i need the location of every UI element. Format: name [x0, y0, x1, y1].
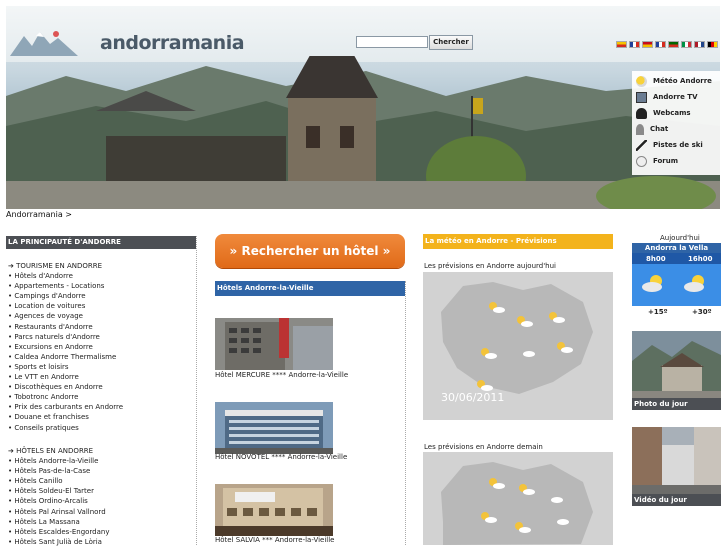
andorra-map-tomorrow: [423, 452, 613, 545]
sidebar-link[interactable]: • Campings d'Andorre: [8, 292, 86, 300]
menu-item-label: Météo Andorre: [653, 77, 712, 85]
forecast-map-tomorrow[interactable]: [423, 452, 613, 545]
menu-item-ski[interactable]: Pistes de ski: [636, 138, 703, 152]
principality-heading: LA PRINCIPAUTÉ D'ANDORRE: [6, 236, 196, 249]
hotel-caption[interactable]: Hôtel MERCURE **** Andorre-la-Vieille: [215, 371, 348, 379]
menu-item-forum[interactable]: Forum: [636, 154, 678, 168]
sidebar-link[interactable]: • Hôtels La Massana: [8, 518, 80, 526]
sidebar-link[interactable]: • Hôtels Escaldes-Engordany: [8, 528, 110, 536]
sidebar-link[interactable]: • Hôtels Andorre-la-Vieille: [8, 457, 98, 465]
forecast-today-label: Les prévisions en Andorre aujourd'hui: [424, 262, 556, 270]
sidebar-link[interactable]: • Conseils pratiques: [8, 424, 79, 432]
time-morning: 8h00: [646, 255, 666, 263]
tourism-section-title: ➔ TOURISME EN ANDORRE: [8, 262, 103, 270]
spanish-flag-icon[interactable]: [642, 41, 653, 48]
sidebar-link[interactable]: • Excursions en Andorre: [8, 343, 93, 351]
breadcrumb[interactable]: Andorramania >: [6, 210, 72, 219]
sidebar-link[interactable]: • Prix des carburants en Andorre: [8, 403, 123, 411]
italian-flag-icon[interactable]: [681, 41, 692, 48]
catalan-flag-icon[interactable]: [616, 41, 627, 48]
weather-widget[interactable]: 8h00 16h00 +15º +30º: [632, 253, 721, 316]
photo-of-the-day[interactable]: Photo du jour: [632, 331, 721, 410]
dutch-flag-icon[interactable]: [694, 41, 705, 48]
weather-icon: [636, 75, 647, 87]
sidebar-link[interactable]: • Hôtels Ordino-Arcalis: [8, 497, 88, 505]
menu-item-meteo[interactable]: Météo Andorre: [636, 74, 712, 88]
temp-morning: +15º: [648, 308, 668, 316]
sidebar-link[interactable]: • Hôtels Pal Arinsal Vallnord: [8, 508, 106, 516]
sidebar-link[interactable]: • Sports et loisirs: [8, 363, 69, 371]
tv-icon: [636, 91, 647, 103]
time-afternoon: 16h00: [688, 255, 713, 263]
forecast-tomorrow-label: Les prévisions en Andorre demain: [424, 443, 543, 451]
hotel-salvia-photo[interactable]: [215, 484, 333, 536]
hotels-heading: Hôtels Andorre-la-Vieille: [215, 281, 405, 296]
portuguese-flag-icon[interactable]: [668, 41, 679, 48]
chat-icon: [636, 123, 644, 135]
search-hotel-button[interactable]: » Rechercher un hôtel »: [215, 234, 405, 268]
temp-afternoon: +30º: [692, 308, 712, 316]
logo-mountains-icon: [10, 31, 78, 56]
today-label: Aujourd'hui: [660, 234, 700, 242]
german-flag-icon[interactable]: [707, 41, 718, 48]
header-banner: andorramania Chercher Météo Andorre Ando…: [6, 6, 720, 209]
sidebar-link[interactable]: • Hôtels d'Andorre: [8, 272, 73, 280]
menu-item-label: Chat: [650, 125, 669, 133]
video-of-the-day[interactable]: Vidéo du jour: [632, 427, 721, 506]
photo-of-the-day-caption[interactable]: Photo du jour: [632, 398, 721, 410]
sidebar-link[interactable]: • Agences de voyage: [8, 312, 83, 320]
weather-heading: La météo en Andorre - Prévisions: [423, 234, 613, 249]
left-column: LA PRINCIPAUTÉ D'ANDORRE ➔ TOURISME EN A…: [6, 236, 197, 546]
menu-item-label: Andorre TV: [653, 93, 698, 101]
forecast-map-today[interactable]: 30/06/2011: [423, 272, 613, 420]
sidebar-link[interactable]: • Caldea Andorre Thermalisme: [8, 353, 116, 361]
quick-menu: Météo Andorre Andorre TV Webcams Chat Pi…: [632, 71, 720, 175]
middle-column: Hôtels Andorre-la-Vieille Hôtel MERCURE …: [215, 281, 406, 545]
sidebar-link[interactable]: • Parcs naturels d'Andorre: [8, 333, 100, 341]
search-input[interactable]: [356, 36, 428, 48]
video-of-the-day-caption[interactable]: Vidéo du jour: [632, 494, 721, 506]
menu-item-tv[interactable]: Andorre TV: [636, 90, 698, 104]
sidebar-link[interactable]: • Appartements - Locations: [8, 282, 104, 290]
hotel-caption[interactable]: Hôtel NOVOTEL **** Andorre-la-Vieille: [215, 453, 347, 461]
sidebar-link[interactable]: • Discothèques en Andorre: [8, 383, 103, 391]
skier-icon: [636, 139, 647, 151]
sidebar-link[interactable]: • Douane et franchises: [8, 413, 89, 421]
hotels-section-title: ➔ HÔTELS EN ANDORRE: [8, 447, 94, 455]
uk-flag-icon[interactable]: [655, 41, 666, 48]
sidebar-link[interactable]: • Tobotronc Andorre: [8, 393, 78, 401]
sidebar-link[interactable]: • Hôtels Soldeu-El Tarter: [8, 487, 94, 495]
sidebar-link[interactable]: • Location de voitures: [8, 302, 85, 310]
andorra-map-today: 30/06/2011: [423, 272, 613, 420]
menu-item-webcams[interactable]: Webcams: [636, 106, 691, 120]
site-logo[interactable]: andorramania: [100, 32, 245, 54]
sidebar-link[interactable]: • Hôtels Pas-de-la-Case: [8, 467, 90, 475]
hotel-caption[interactable]: Hôtel SALVIA *** Andorre-la-Vieille: [215, 536, 335, 544]
banner-landscape-image: [6, 56, 720, 209]
language-flags: [616, 41, 720, 49]
hotel-novotel-photo[interactable]: [215, 402, 333, 454]
weather-widget-sky: [632, 264, 721, 306]
sidebar-link[interactable]: • Restaurants d'Andorre: [8, 323, 93, 331]
menu-item-chat[interactable]: Chat: [636, 122, 668, 136]
menu-item-label: Webcams: [653, 109, 691, 117]
sidebar-link[interactable]: • Le VTT en Andorre: [8, 373, 79, 381]
menu-item-label: Pistes de ski: [653, 141, 703, 149]
sidebar-link[interactable]: • Hôtels Canillo: [8, 477, 63, 485]
forum-icon: [636, 155, 647, 167]
forecast-map-date: 30/06/2011: [441, 391, 504, 404]
hotel-mercure-photo[interactable]: [215, 318, 333, 370]
city-name[interactable]: Andorra la Vella: [632, 243, 721, 253]
webcam-icon: [636, 107, 647, 119]
french-flag-icon[interactable]: [629, 41, 640, 48]
search-button[interactable]: Chercher: [429, 35, 473, 50]
menu-item-label: Forum: [653, 157, 679, 165]
